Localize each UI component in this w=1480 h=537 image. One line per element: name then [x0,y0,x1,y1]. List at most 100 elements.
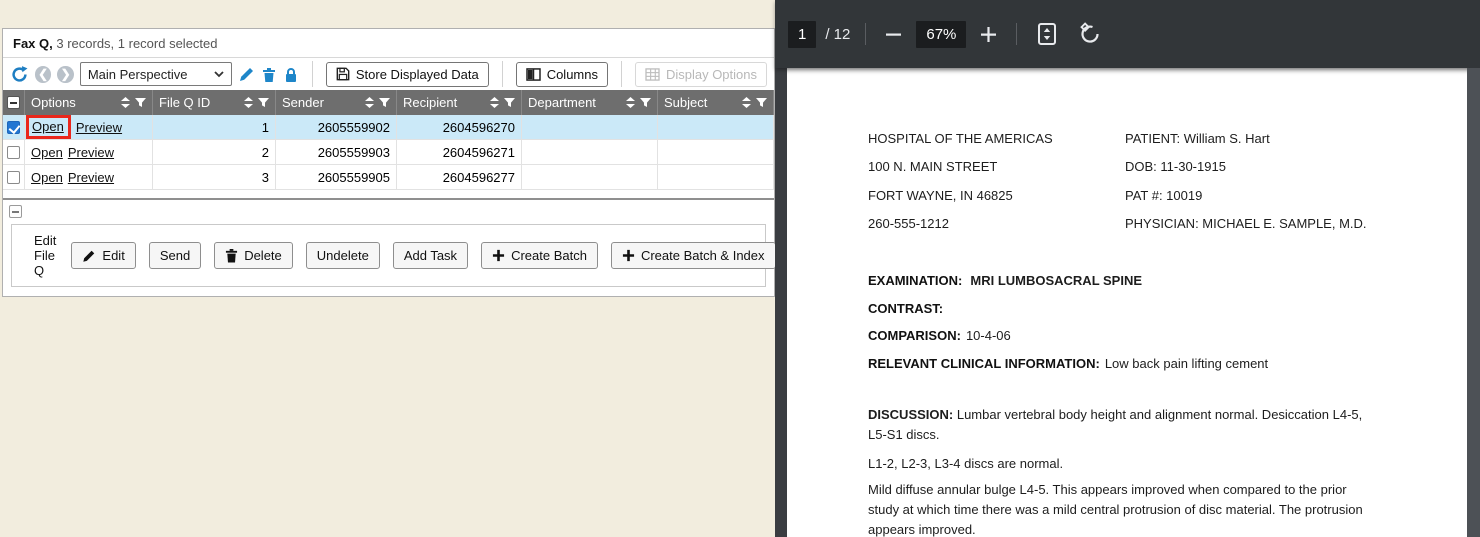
store-displayed-data-label: Store Displayed Data [356,67,479,82]
scrollbar[interactable] [1467,68,1480,537]
subject-cell [658,115,774,140]
patient-name: PATIENT: William S. Hart [1125,125,1367,153]
fit-to-page-icon[interactable] [1032,18,1062,50]
file-q-id-cell: 2 [153,140,276,165]
page-number-input[interactable]: 1 [788,21,816,48]
pdf-document-page: HOSPITAL OF THE AMERICAS 100 N. MAIN STR… [787,68,1480,537]
fax-q-panel: Fax Q, 3 records, 1 record selected ❮ ❯ … [2,28,775,297]
open-link[interactable]: Open [31,145,63,160]
display-options-label: Display Options [666,67,757,82]
nav-previous-icon[interactable]: ❮ [35,66,51,83]
store-displayed-data-button[interactable]: Store Displayed Data [326,62,489,87]
patient-physician: PHYSICIAN: MICHAEL E. SAMPLE, M.D. [1125,210,1367,238]
exam-fields-block: EXAMINATION:MRI LUMBOSACRAL SPINE CONTRA… [868,267,1268,377]
table-row[interactable]: OpenPreview 3 2605559905 2604596277 [3,165,774,190]
preview-link[interactable]: Preview [76,120,122,135]
filter-icon[interactable] [640,98,651,108]
rotate-icon[interactable] [1074,18,1106,50]
preview-link[interactable]: Preview [68,145,114,160]
column-label: File Q ID [159,95,244,110]
display-options-button[interactable]: Display Options [635,62,767,87]
collapse-section-icon[interactable] [9,205,22,218]
panel-title: Fax Q, 3 records, 1 record selected [3,29,774,58]
patient-number: PAT #: 10019 [1125,182,1367,210]
table-header-row: Options File Q ID Sender Recipient Depar… [3,90,774,115]
edit-perspective-pencil-icon[interactable] [238,66,255,83]
create-batch-index-button[interactable]: Create Batch & Index [611,242,776,269]
open-link[interactable]: Open [32,119,64,134]
subject-cell [658,140,774,165]
filter-icon[interactable] [258,98,269,108]
facility-name: HOSPITAL OF THE AMERICAS [868,125,1053,153]
undelete-button-label: Undelete [317,248,369,263]
delete-button[interactable]: Delete [214,242,293,269]
facility-city: FORT WAYNE, IN 46825 [868,182,1053,210]
fax-q-toolbar: ❮ ❯ Main Perspective Store Displayed Dat… [3,58,774,90]
file-q-id-cell: 3 [153,165,276,190]
send-button[interactable]: Send [149,242,201,269]
column-header-department[interactable]: Department [522,90,658,115]
plus-icon [622,249,635,262]
zoom-in-icon[interactable] [976,22,1001,47]
facility-street: 100 N. MAIN STREET [868,153,1053,181]
fax-q-table: Options File Q ID Sender Recipient Depar… [3,90,774,190]
department-cell [522,115,658,140]
toolbar-separator [865,23,866,45]
row-checkbox[interactable] [7,171,20,184]
filter-icon[interactable] [504,98,515,108]
edit-button-label: Edit [102,248,124,263]
fax-q-pane: Fax Q, 3 records, 1 record selected ❮ ❯ … [0,0,775,537]
plus-icon [492,249,505,262]
edit-button[interactable]: Edit [71,242,135,269]
delete-perspective-trash-icon[interactable] [261,66,277,83]
sender-cell: 2605559902 [276,115,397,140]
filter-icon[interactable] [135,98,146,108]
discussion-block: DISCUSSION: Lumbar vertebral body height… [868,405,1376,537]
zoom-level-input[interactable]: 67% [916,21,966,48]
nav-next-icon[interactable]: ❯ [57,66,73,83]
sender-cell: 2605559903 [276,140,397,165]
filter-icon[interactable] [379,98,390,108]
column-label: Recipient [403,95,490,110]
select-all-checkbox[interactable] [7,96,20,109]
pencil-icon [82,249,96,263]
open-link[interactable]: Open [31,170,63,185]
perspective-select[interactable]: Main Perspective [80,62,232,86]
table-row[interactable]: OpenPreview 1 2605559902 2604596270 [3,115,774,140]
undelete-button[interactable]: Undelete [306,242,380,269]
department-cell [522,140,658,165]
chevron-down-icon [214,71,224,78]
sort-icon[interactable] [742,97,751,108]
row-checkbox[interactable] [7,146,20,159]
preview-link[interactable]: Preview [68,170,114,185]
toolbar-separator [621,61,622,87]
column-label: Options [31,95,121,110]
row-checkbox[interactable] [7,121,20,134]
column-label: Subject [664,95,742,110]
table-row[interactable]: OpenPreview 2 2605559903 2604596271 [3,140,774,165]
zoom-out-icon[interactable] [881,22,906,47]
column-header-recipient[interactable]: Recipient [397,90,522,115]
lock-perspective-icon[interactable] [283,66,299,83]
column-header-subject[interactable]: Subject [658,90,774,115]
sort-icon[interactable] [490,97,499,108]
discussion-paragraph: Mild diffuse annular bulge L4-5. This ap… [868,480,1376,537]
columns-button[interactable]: Columns [516,62,608,87]
perspective-select-value: Main Perspective [88,67,188,82]
sender-cell: 2605559905 [276,165,397,190]
column-header-options[interactable]: Options [25,90,153,115]
column-header-file-q-id[interactable]: File Q ID [153,90,276,115]
refresh-icon[interactable] [10,65,29,84]
create-batch-button[interactable]: Create Batch [481,242,598,269]
sort-icon[interactable] [244,97,253,108]
column-header-sender[interactable]: Sender [276,90,397,115]
create-batch-button-label: Create Batch [511,248,587,263]
toolbar-separator [1016,23,1017,45]
filter-icon[interactable] [756,98,767,108]
sort-icon[interactable] [626,97,635,108]
sort-icon[interactable] [365,97,374,108]
add-task-button[interactable]: Add Task [393,242,468,269]
sort-icon[interactable] [121,97,130,108]
create-batch-index-button-label: Create Batch & Index [641,248,765,263]
column-label: Department [528,95,626,110]
